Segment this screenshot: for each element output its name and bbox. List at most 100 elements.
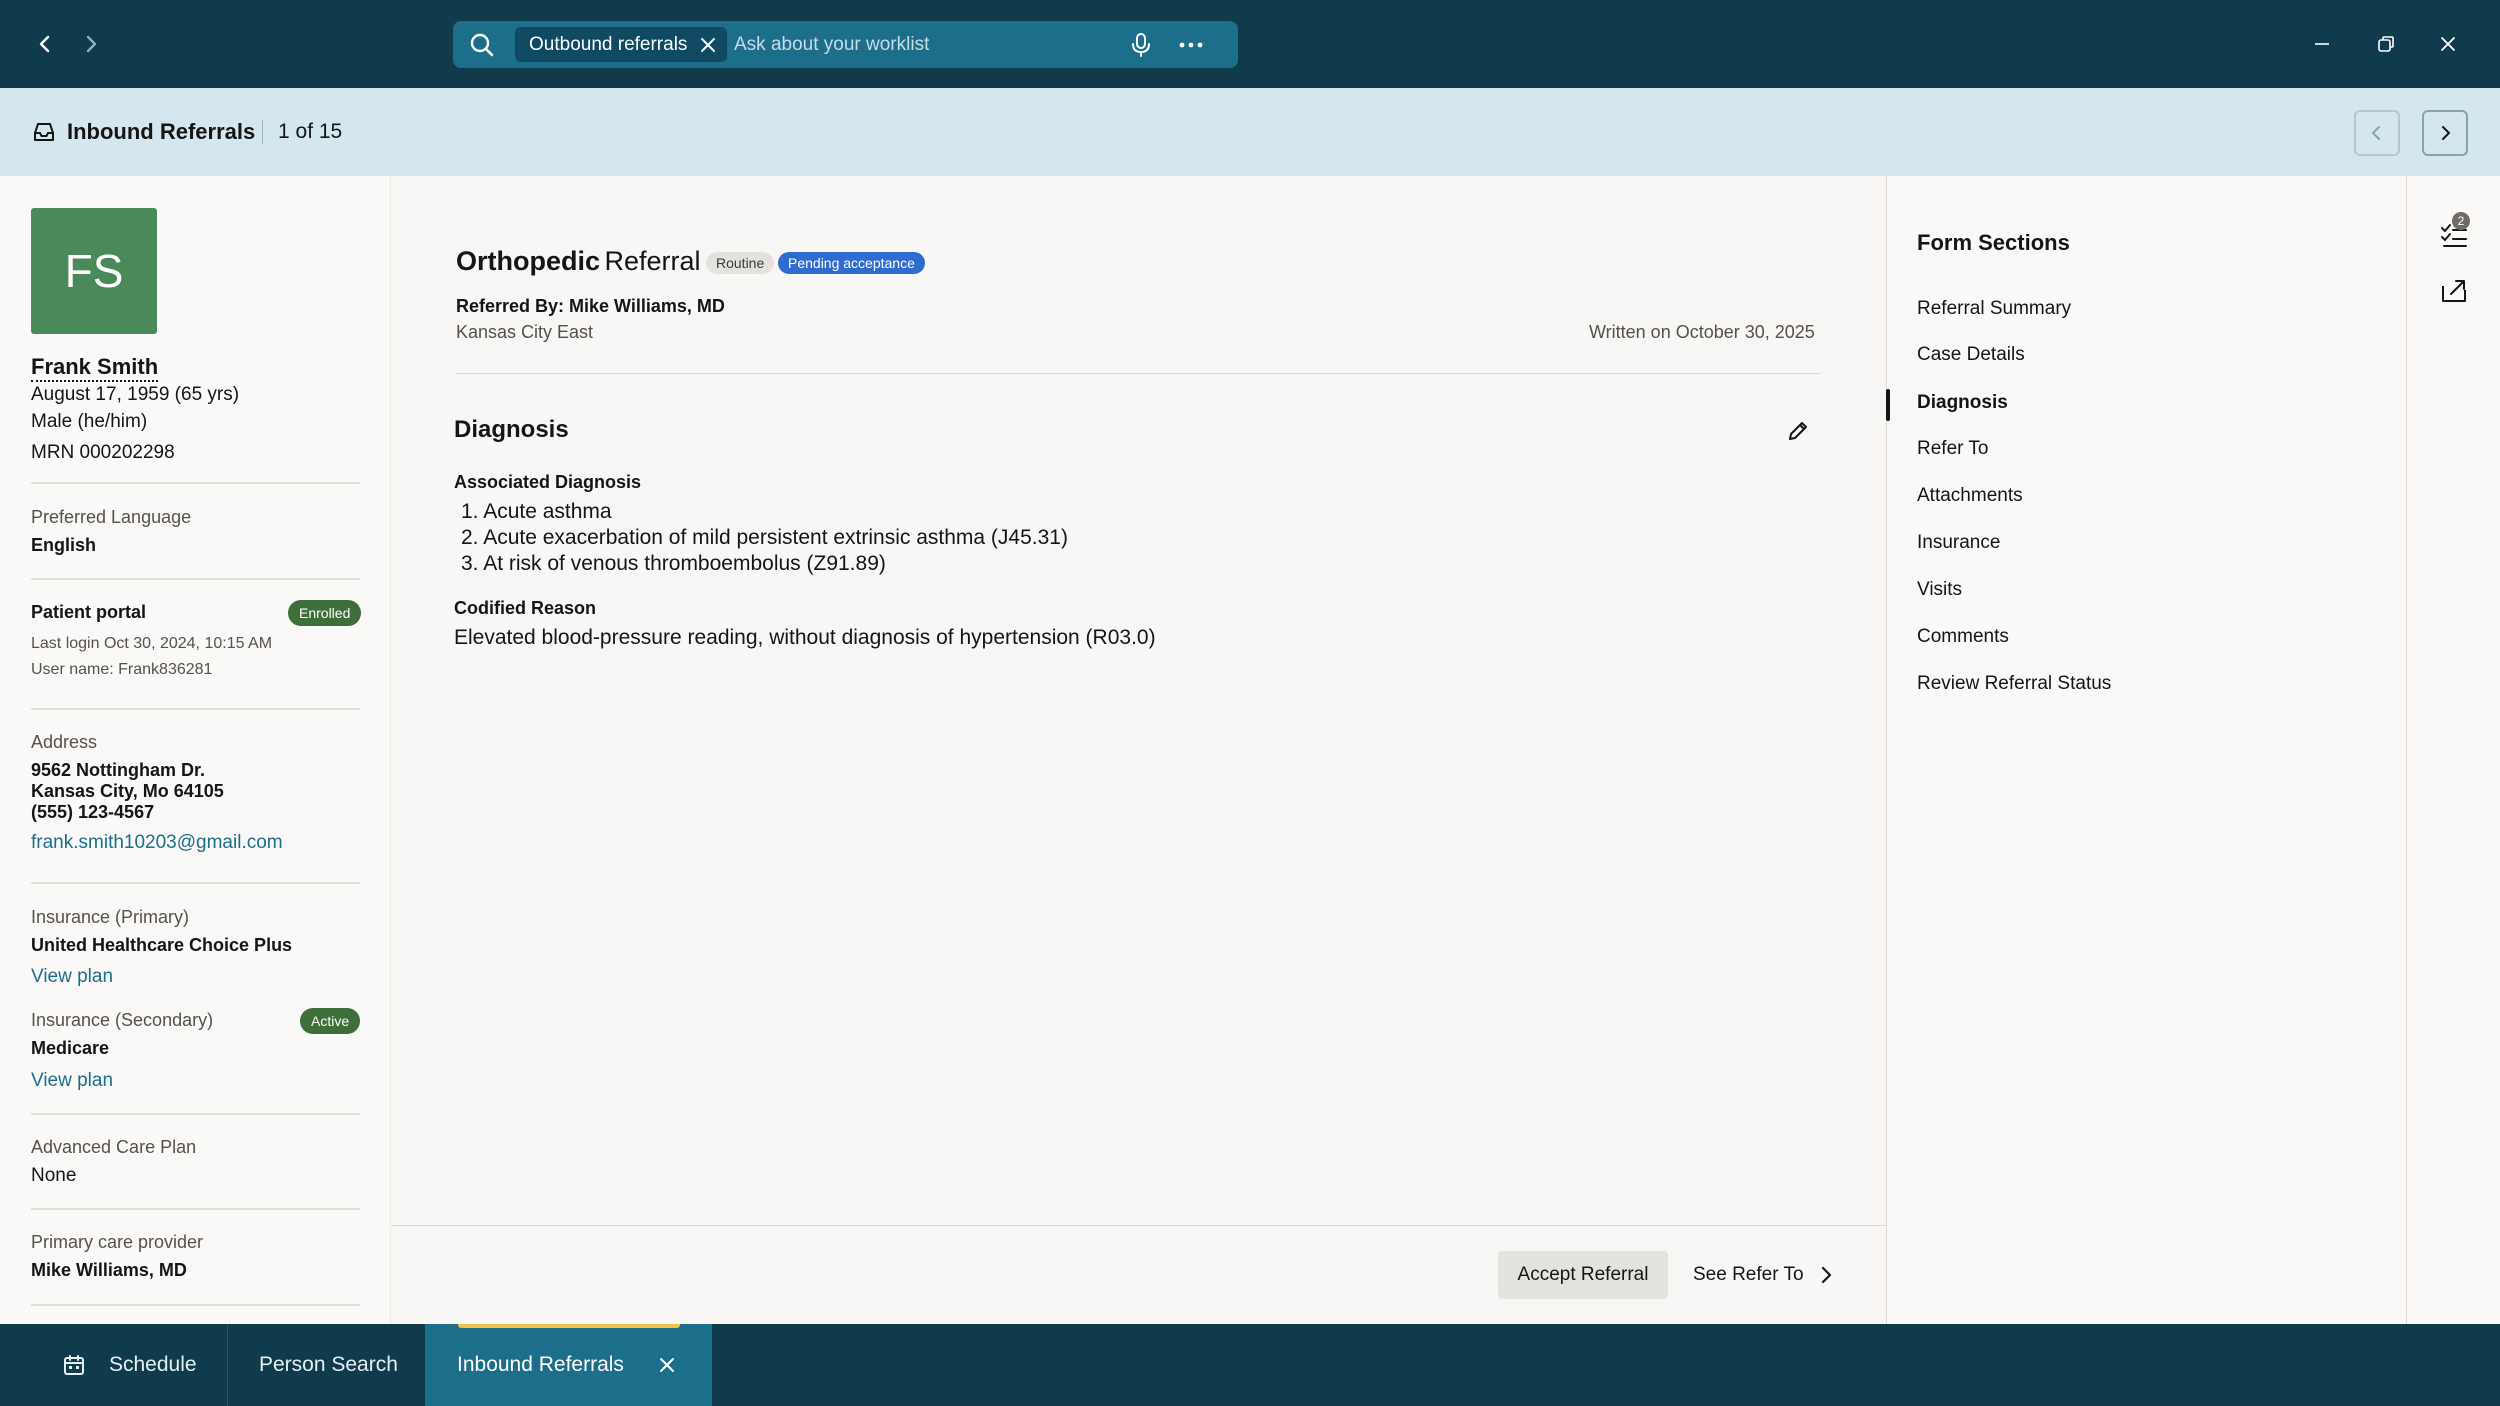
section-link-attachments[interactable]: Attachments (1917, 485, 2023, 507)
view-plan-link[interactable]: View plan (31, 1070, 113, 1092)
chevron-right-icon (86, 35, 97, 53)
side-toolbar (2406, 176, 2500, 1324)
referred-by: Referred By: Mike Williams, MD (456, 296, 725, 316)
section-link-referral-summary[interactable]: Referral Summary (1917, 298, 2071, 320)
accept-referral-button[interactable]: Accept Referral (1498, 1251, 1668, 1299)
divider (31, 1113, 360, 1115)
calendar-icon (64, 1355, 84, 1375)
status-badge: Active (300, 1008, 361, 1034)
patient-phone: (555) 123-4567 (31, 802, 155, 822)
patient-mrn: MRN 000202298 (31, 442, 175, 463)
referral-title: Orthopedic Referral (456, 246, 701, 277)
next-record-button[interactable] (2422, 110, 2468, 156)
section-link-visits[interactable]: Visits (1917, 579, 1962, 601)
acp-value: None (31, 1165, 77, 1186)
divider (31, 1304, 360, 1306)
tab-inbound-referrals[interactable]: Inbound Referrals (425, 1324, 712, 1406)
chevron-right-icon[interactable] (1815, 1263, 1837, 1287)
written-date: Written on October 30, 2025 (1589, 322, 1815, 342)
codified-reason-label: Codified Reason (454, 598, 597, 618)
search-icon (470, 33, 494, 57)
tab-person-search[interactable]: Person Search (228, 1324, 425, 1406)
section-link-insurance[interactable]: Insurance (1917, 532, 2000, 554)
close-icon[interactable] (658, 1356, 676, 1374)
patient-dob: August 17, 1959 (65 yrs) (31, 384, 240, 405)
chevron-left-icon (2372, 126, 2380, 140)
divider (31, 1208, 360, 1210)
form-sections-panel: Form Sections Referral Summary Case Deta… (1886, 176, 2406, 1324)
header-divider (262, 120, 263, 144)
share-icon[interactable] (2439, 276, 2469, 306)
section-link-comments[interactable]: Comments (1917, 626, 2009, 648)
restore-button[interactable] (2368, 26, 2404, 62)
close-icon[interactable] (697, 34, 719, 56)
task-count-badge: 2 (2452, 212, 2470, 230)
back-button[interactable] (27, 26, 63, 62)
divider (31, 482, 360, 484)
bottom-task-bar: Schedule Person Search Inbound Referrals (0, 1324, 2500, 1406)
acp-label: Advanced Care Plan (31, 1137, 197, 1157)
list-item: 2. Acute exacerbation of mild persistent… (461, 526, 1068, 549)
list-item: 3. At risk of venous thromboembolus (Z91… (461, 552, 886, 575)
address-line2: Kansas City, Mo 64105 (31, 781, 224, 801)
insurance-secondary-label: Insurance (Secondary) (31, 1010, 214, 1030)
language-value: English (31, 535, 97, 555)
list-item: 1. Acute asthma (461, 500, 612, 523)
pcp-label: Primary care provider (31, 1232, 204, 1252)
referral-title-suffix: Referral (604, 246, 701, 276)
inbox-icon (34, 123, 54, 141)
patient-name[interactable]: Frank Smith (31, 354, 159, 382)
insurance-secondary-value: Medicare (31, 1038, 110, 1058)
divider (31, 708, 360, 710)
status-badge: Pending acceptance (778, 252, 925, 274)
patient-summary-panel: FS Frank Smith August 17, 1959 (65 yrs) … (0, 176, 390, 1324)
address-label: Address (31, 732, 98, 752)
referral-specialty: Orthopedic (456, 246, 601, 276)
active-section-indicator (1886, 389, 1890, 421)
view-plan-link[interactable]: View plan (31, 966, 113, 988)
forward-button[interactable] (73, 26, 109, 62)
section-link-refer-to[interactable]: Refer To (1917, 438, 1988, 460)
section-link-review-referral-status[interactable]: Review Referral Status (1917, 673, 2111, 695)
minimize-button[interactable] (2304, 26, 2340, 62)
referral-detail: Orthopedic Referral Routine Pending acce… (390, 176, 1887, 1324)
restore-icon (2378, 36, 2394, 52)
associated-diagnosis-label: Associated Diagnosis (454, 472, 642, 492)
close-window-button[interactable] (2430, 26, 2466, 62)
portal-last-login: Last login Oct 30, 2024, 10:15 AM (31, 635, 273, 652)
language-label: Preferred Language (31, 507, 192, 527)
page-title: Inbound Referrals (67, 119, 256, 144)
more-options-icon[interactable] (1175, 32, 1207, 58)
chevron-left-icon (39, 35, 50, 53)
title-bar: Outbound referrals Ask about your workli… (0, 0, 2500, 88)
record-counter: 1 of 15 (278, 120, 343, 143)
active-tab-indicator (458, 1324, 680, 1328)
form-sections-title: Form Sections (1917, 230, 2070, 255)
search-chip-label: Outbound referrals (529, 34, 688, 55)
insurance-primary-label: Insurance (Primary) (31, 907, 190, 927)
patient-email-link[interactable]: frank.smith10203@gmail.com (31, 832, 283, 854)
portal-username: User name: Frank836281 (31, 661, 213, 678)
tab-label: Inbound Referrals (457, 1353, 624, 1376)
divider (31, 578, 360, 580)
search-input[interactable]: Ask about your worklist (734, 21, 929, 68)
status-badge: Enrolled (288, 600, 362, 626)
tab-schedule[interactable]: Schedule (0, 1324, 227, 1406)
divider (391, 1225, 1887, 1226)
see-refer-to-button[interactable]: See Refer To (1693, 1251, 1804, 1299)
microphone-icon[interactable] (1129, 32, 1153, 58)
section-link-case-details[interactable]: Case Details (1917, 344, 2025, 366)
address-line1: 9562 Nottingham Dr. (31, 760, 206, 780)
avatar: FS (31, 208, 157, 334)
section-link-diagnosis[interactable]: Diagnosis (1917, 392, 2008, 414)
patient-sex: Male (he/him) (31, 411, 148, 432)
search-filter-chip[interactable]: Outbound referrals (515, 27, 727, 62)
tab-label: Schedule (109, 1353, 197, 1376)
edit-icon[interactable] (1785, 418, 1811, 444)
priority-tag: Routine (706, 252, 775, 274)
previous-record-button[interactable] (2354, 110, 2400, 156)
chevron-right-icon (2442, 126, 2450, 140)
worklist-header: Inbound Referrals 1 of 15 (0, 88, 2500, 176)
portal-label: Patient portal (31, 602, 147, 622)
worklist-search-box[interactable]: Outbound referrals Ask about your workli… (453, 21, 1238, 68)
